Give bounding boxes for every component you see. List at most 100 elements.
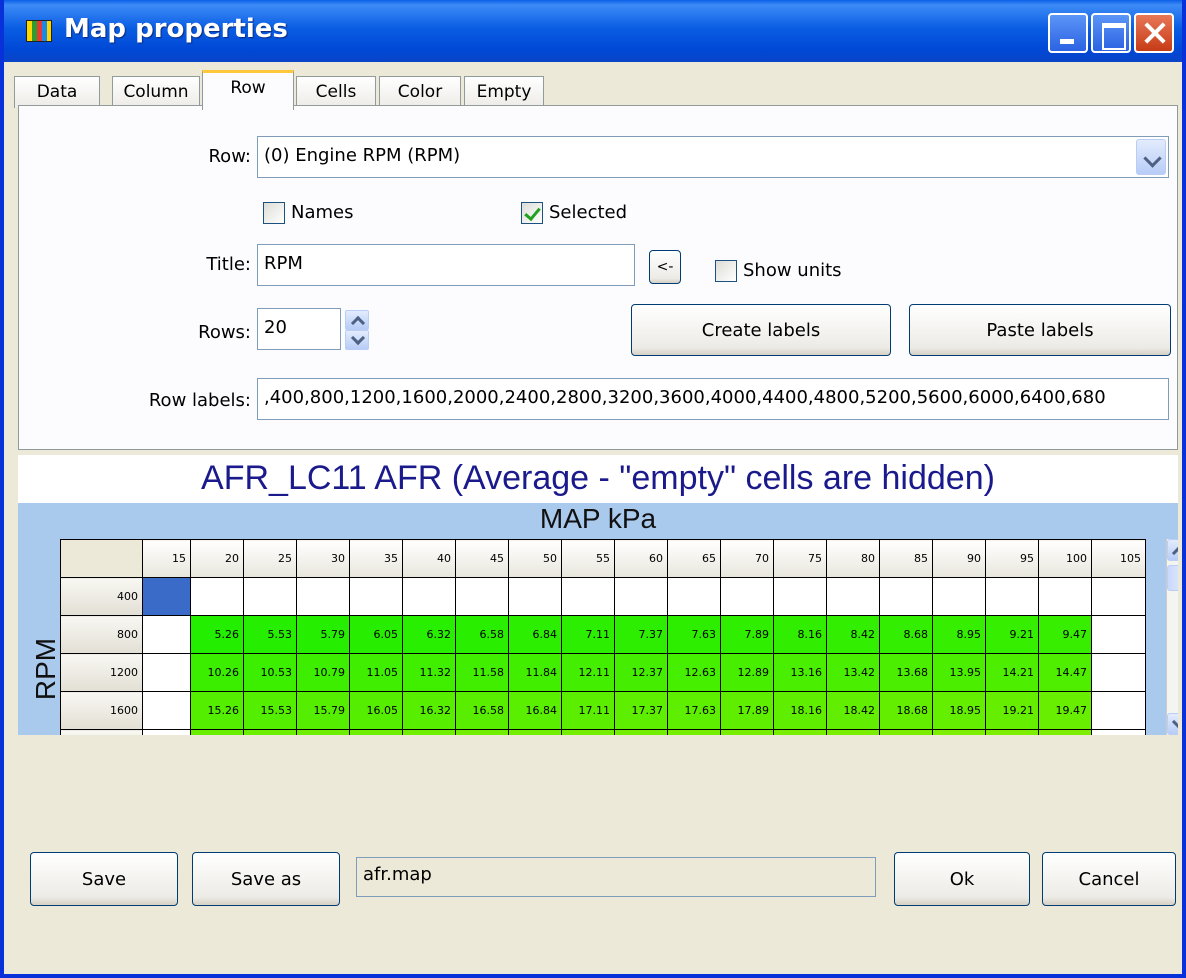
column-header[interactable]: 30 — [296, 539, 350, 578]
map-cell[interactable]: 16.58 — [455, 691, 509, 730]
tab-cells[interactable]: Cells — [296, 76, 376, 108]
map-cell[interactable]: 21.05 — [349, 729, 403, 735]
map-cell[interactable]: 7.89 — [720, 615, 774, 654]
map-cell[interactable] — [773, 577, 827, 616]
map-cell[interactable]: 19.47 — [1038, 691, 1092, 730]
map-cell[interactable]: 22.11 — [561, 729, 615, 735]
map-cell[interactable]: 7.11 — [561, 615, 615, 654]
map-cell[interactable] — [826, 577, 880, 616]
map-cell[interactable]: 18.95 — [932, 691, 986, 730]
scroll-up-icon[interactable] — [1167, 539, 1178, 561]
tab-empty[interactable]: Empty — [464, 76, 544, 108]
column-header[interactable]: 25 — [243, 539, 297, 578]
title-bar[interactable]: Map properties — [4, 0, 1182, 62]
map-cell[interactable]: 12.63 — [667, 653, 721, 692]
tab-color[interactable]: Color — [379, 76, 461, 108]
map-cell[interactable]: 16.05 — [349, 691, 403, 730]
map-cell[interactable]: 14.21 — [985, 653, 1039, 692]
column-header[interactable]: 95 — [985, 539, 1039, 578]
map-cell[interactable]: 22.63 — [667, 729, 721, 735]
map-cell[interactable]: 6.84 — [508, 615, 562, 654]
map-cell[interactable]: 15.26 — [190, 691, 244, 730]
map-cell[interactable]: 23.42 — [826, 729, 880, 735]
map-cell[interactable]: 8.95 — [932, 615, 986, 654]
map-cell[interactable]: 5.53 — [243, 615, 297, 654]
map-cell[interactable] — [142, 577, 191, 616]
map-cell[interactable]: 11.05 — [349, 653, 403, 692]
map-cell[interactable] — [142, 729, 191, 735]
map-cell[interactable]: 12.11 — [561, 653, 615, 692]
map-cell[interactable]: 23.68 — [879, 729, 933, 735]
map-cell[interactable] — [1091, 653, 1146, 692]
map-cell[interactable]: 23.95 — [932, 729, 986, 735]
map-cell[interactable]: 9.47 — [1038, 615, 1092, 654]
map-cell[interactable]: 23.16 — [773, 729, 827, 735]
ok-button[interactable]: Ok — [894, 852, 1030, 906]
column-header[interactable]: 15 — [142, 539, 191, 578]
map-cell[interactable]: 13.95 — [932, 653, 986, 692]
minimize-button[interactable] — [1048, 13, 1088, 53]
map-cell[interactable]: 13.68 — [879, 653, 933, 692]
selected-checkbox[interactable] — [521, 202, 543, 224]
map-cell[interactable]: 10.26 — [190, 653, 244, 692]
map-cell[interactable]: 16.84 — [508, 691, 562, 730]
row-header[interactable]: 400 — [60, 577, 143, 616]
close-button[interactable] — [1134, 13, 1174, 53]
column-header[interactable]: 105 — [1091, 539, 1146, 578]
map-cell[interactable]: 14.47 — [1038, 653, 1092, 692]
map-cell[interactable] — [1091, 615, 1146, 654]
row-header[interactable]: 1600 — [60, 691, 143, 730]
tab-column[interactable]: Column — [112, 76, 200, 108]
map-cell[interactable]: 13.42 — [826, 653, 880, 692]
map-cell[interactable]: 13.16 — [773, 653, 827, 692]
save-as-button[interactable]: Save as — [192, 852, 340, 906]
map-cell[interactable] — [561, 577, 615, 616]
map-cell[interactable]: 17.37 — [614, 691, 668, 730]
column-header[interactable]: 45 — [455, 539, 509, 578]
map-cell[interactable]: 15.53 — [243, 691, 297, 730]
map-cell[interactable]: 20.53 — [243, 729, 297, 735]
map-cell[interactable]: 21.32 — [402, 729, 456, 735]
row-header[interactable]: 2000 — [60, 729, 143, 735]
row-header[interactable]: 1200 — [60, 653, 143, 692]
column-header[interactable]: 65 — [667, 539, 721, 578]
map-cell[interactable]: 19.21 — [985, 691, 1039, 730]
column-header[interactable]: 55 — [561, 539, 615, 578]
scroll-thumb[interactable] — [1167, 565, 1178, 591]
chevron-down-icon[interactable] — [1136, 139, 1166, 175]
show-units-checkbox[interactable] — [715, 260, 737, 282]
map-cell[interactable]: 18.16 — [773, 691, 827, 730]
row-header[interactable]: 800 — [60, 615, 143, 654]
map-cell[interactable] — [296, 577, 350, 616]
column-header[interactable]: 50 — [508, 539, 562, 578]
map-cell[interactable]: 21.84 — [508, 729, 562, 735]
map-cell[interactable]: 17.11 — [561, 691, 615, 730]
column-header[interactable]: 70 — [720, 539, 774, 578]
map-cell[interactable] — [1091, 729, 1146, 735]
map-cell[interactable] — [1038, 577, 1092, 616]
map-cell[interactable] — [932, 577, 986, 616]
map-cell[interactable] — [243, 577, 297, 616]
map-cell[interactable] — [508, 577, 562, 616]
row-labels-input[interactable]: ,400,800,1200,1600,2000,2400,2800,3200,3… — [257, 378, 1169, 420]
map-cell[interactable]: 12.89 — [720, 653, 774, 692]
map-cell[interactable]: 24.47 — [1038, 729, 1092, 735]
column-header[interactable]: 40 — [402, 539, 456, 578]
map-cell[interactable] — [667, 577, 721, 616]
map-cell[interactable] — [190, 577, 244, 616]
map-cell[interactable]: 21.58 — [455, 729, 509, 735]
map-cell[interactable]: 22.37 — [614, 729, 668, 735]
map-cell[interactable]: 8.42 — [826, 615, 880, 654]
title-input[interactable]: RPM — [257, 244, 635, 286]
map-cell[interactable]: 5.26 — [190, 615, 244, 654]
map-cell[interactable]: 24.21 — [985, 729, 1039, 735]
tab-row[interactable]: Row — [202, 70, 294, 110]
stepper-up-icon[interactable] — [345, 310, 369, 330]
map-cell[interactable] — [402, 577, 456, 616]
map-cell[interactable]: 10.79 — [296, 653, 350, 692]
save-button[interactable]: Save — [30, 852, 178, 906]
stepper-down-icon[interactable] — [345, 330, 369, 350]
create-labels-button[interactable]: Create labels — [631, 304, 891, 356]
map-cell[interactable] — [455, 577, 509, 616]
column-header[interactable]: 100 — [1038, 539, 1092, 578]
